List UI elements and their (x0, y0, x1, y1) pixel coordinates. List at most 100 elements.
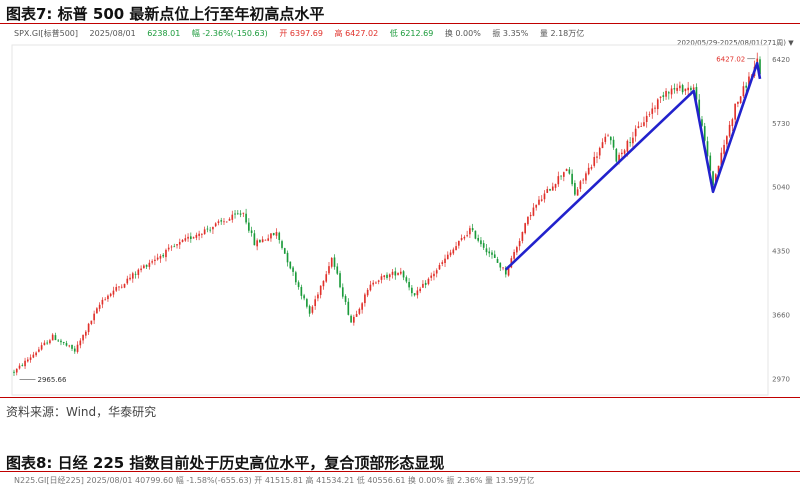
candle-body (140, 268, 142, 271)
candle-body (35, 352, 37, 356)
candle-body (57, 340, 60, 342)
candle-body (532, 207, 535, 216)
candle-body (585, 173, 587, 181)
candle-body (283, 248, 286, 254)
candle-body (742, 86, 745, 97)
candle-body (256, 240, 258, 247)
candle-body (402, 271, 405, 278)
candle-body (129, 277, 131, 280)
candle-body (73, 348, 76, 352)
candle-body (54, 335, 57, 341)
figure-8-title: 图表8: 日经 225 指数目前处于历史高位水平，复合顶部形态显现 (6, 454, 445, 472)
candle-body (281, 241, 283, 248)
max-value-label: 6427.02 (716, 55, 745, 63)
candle-body (76, 344, 79, 352)
candle-body (314, 299, 316, 307)
candle-body (485, 248, 488, 253)
candle-body (551, 186, 554, 191)
candle-body (430, 275, 433, 278)
candle-body (206, 228, 209, 230)
candle-body (364, 294, 366, 304)
candle-body (71, 344, 73, 349)
candle-body (502, 267, 504, 269)
candle-body (645, 115, 648, 123)
candle-body (195, 234, 198, 238)
plot-border (11, 44, 769, 396)
candle-body (579, 181, 582, 189)
candle-body (333, 257, 336, 267)
candle-body (499, 262, 502, 268)
candle-body (38, 349, 40, 352)
candle-body (441, 262, 444, 264)
candle-body (18, 365, 21, 369)
candle-body (234, 213, 236, 215)
candle-body (198, 233, 200, 236)
candle-body (212, 226, 214, 230)
candle-body (731, 119, 734, 127)
candle-body (626, 140, 629, 152)
candle-body (231, 214, 234, 220)
candle-body (690, 87, 692, 91)
candle-body (225, 221, 228, 223)
candle-body (112, 290, 115, 295)
candle-body (156, 257, 159, 260)
candle-body (455, 246, 457, 251)
candle-body (85, 331, 87, 336)
candle-body (60, 340, 62, 343)
candle-body (40, 345, 43, 350)
candle-body (134, 273, 137, 275)
candle-body (245, 213, 247, 223)
candle-body (513, 252, 515, 259)
candlestick-chart: 2970 3660 4350 5040 5730 6420 2965.66 6427.02 (11, 44, 790, 396)
candle-body (353, 316, 355, 323)
candle-body (681, 85, 684, 93)
candle-body (68, 345, 71, 347)
candle-body (190, 236, 192, 240)
candle-body (565, 168, 568, 172)
candle-body (159, 255, 162, 259)
candle-body (433, 273, 435, 277)
candle-body (278, 232, 281, 241)
candle-body (621, 152, 623, 155)
y-tick-label: 5040 (772, 184, 790, 192)
candle-body (601, 142, 604, 149)
candle-body (355, 314, 358, 317)
candle-body (369, 284, 372, 291)
candle-body (167, 247, 170, 250)
candle-body (546, 189, 549, 193)
candle-body (609, 136, 612, 141)
candle-body (79, 340, 82, 346)
candle-body (162, 254, 165, 257)
candle-body (590, 167, 593, 169)
candle-body (554, 184, 557, 188)
candle-body (223, 221, 225, 223)
candle-body (571, 173, 573, 185)
candle-body (104, 299, 107, 301)
candle-body (170, 246, 173, 248)
candle-body (560, 175, 562, 177)
candle-body (361, 303, 363, 310)
candle-body (43, 342, 46, 346)
candle-body (435, 270, 438, 274)
candle-body (261, 239, 264, 243)
candle-body (377, 280, 380, 282)
candle-body (107, 295, 109, 300)
candle-body (587, 167, 590, 175)
candle-body (148, 262, 151, 267)
y-axis: 2970 3660 4350 5040 5730 6420 (772, 56, 790, 383)
candle-body (137, 269, 140, 275)
candle-body (65, 343, 68, 346)
extreme-labels: 2965.66 6427.02 (19, 55, 756, 384)
candle-body (184, 238, 187, 241)
y-tick-label: 4350 (772, 248, 790, 256)
candle-body (496, 259, 499, 263)
candle-body (684, 88, 687, 92)
candle-body (330, 257, 333, 267)
candle-body (264, 239, 267, 241)
candle-body (187, 236, 189, 239)
candle-body (217, 221, 220, 223)
candle-body (474, 230, 477, 239)
source-rule (0, 397, 800, 398)
candle-body (703, 126, 706, 141)
candle-body (419, 288, 421, 292)
